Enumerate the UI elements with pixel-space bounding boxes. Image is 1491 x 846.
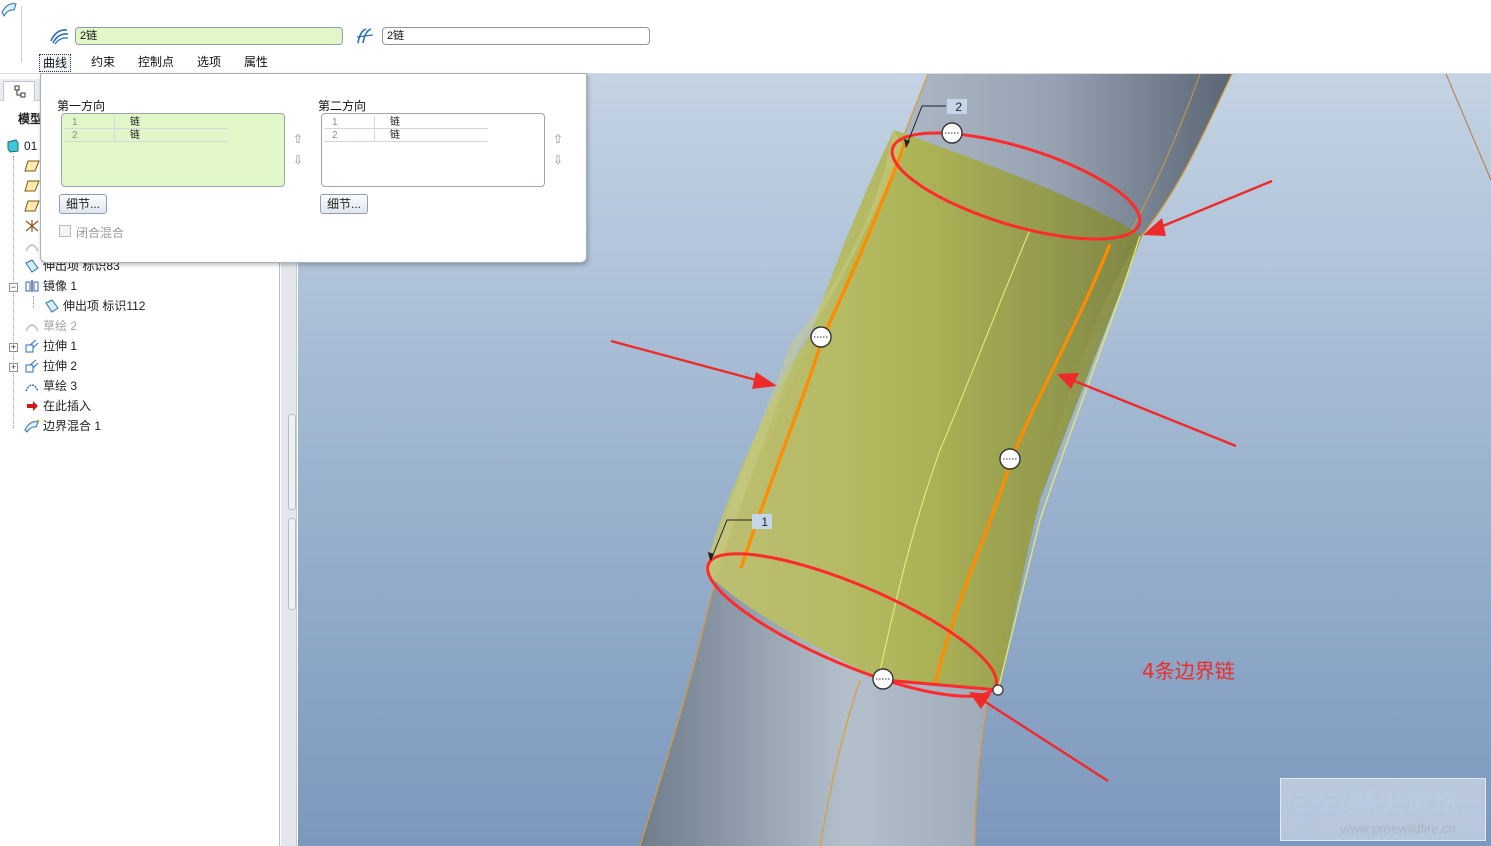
- second-direction-list[interactable]: 1 链 2 链: [321, 113, 545, 187]
- row-number: 1: [72, 117, 78, 128]
- watermark-title: 野火论坛: [1349, 789, 1462, 819]
- first-direction-details-button[interactable]: 细节...: [59, 194, 108, 214]
- datum-curve-line: [1445, 74, 1491, 181]
- tab-properties[interactable]: 属性: [244, 54, 268, 70]
- datum-plane-icon: [24, 160, 40, 172]
- tab-options[interactable]: 选项: [197, 54, 221, 70]
- forum-watermark: 野火论坛 www.proewildfire.cn: [1280, 778, 1486, 841]
- tab-curves[interactable]: 曲线: [39, 54, 72, 72]
- list-item[interactable]: 1 链: [324, 116, 488, 129]
- annotation-arrow-bottom: [983, 699, 1109, 783]
- row-value: 链: [390, 130, 400, 141]
- row-value: 链: [130, 130, 140, 141]
- watermark-logo: [1290, 795, 1340, 837]
- row-number: 1: [332, 117, 338, 128]
- mirror-icon: [25, 280, 39, 292]
- chain-label-2: 2: [955, 100, 962, 114]
- tree-item-boundary-blend[interactable]: 边界混合 1: [24, 417, 101, 435]
- tree-item-extrude-1[interactable]: 拉伸 1: [24, 337, 77, 355]
- model-tree-title: 模型: [18, 112, 43, 126]
- row-value: 链: [390, 117, 400, 128]
- datum-plane-icon: [24, 180, 40, 192]
- tree-item-protrusion-112[interactable]: 伸出项 标识112: [44, 297, 145, 315]
- csys-icon: [25, 220, 39, 232]
- protrusion-icon: [45, 299, 59, 313]
- move-up-arrow-icon[interactable]: ⇧: [551, 132, 565, 146]
- dashboard-separator: [21, 6, 22, 62]
- tree-item-label: 镜像 1: [43, 279, 78, 293]
- sketch-icon: [25, 324, 39, 332]
- expand-mirror-toggle[interactable]: −: [9, 283, 18, 292]
- list-item[interactable]: 1 链: [64, 116, 228, 129]
- list-item[interactable]: 2 链: [324, 129, 488, 142]
- second-direction-details-button[interactable]: 细节...: [320, 194, 369, 214]
- extrude-icon: [25, 339, 39, 353]
- tree-item-sketch-2[interactable]: 草绘 2: [24, 317, 77, 335]
- sketch-icon: [25, 244, 39, 252]
- tree-connector: [13, 156, 14, 428]
- chain-label-1: 1: [761, 515, 768, 529]
- sketch-icon: [25, 384, 39, 392]
- list-item[interactable]: 2 链: [64, 129, 228, 142]
- tree-item-part[interactable]: 01: [5, 137, 37, 155]
- second-direction-label: 第二方向: [318, 99, 367, 113]
- part-icon: [7, 139, 19, 153]
- tree-item-label: 拉伸 1: [43, 339, 78, 353]
- expand-extrude1-toggle[interactable]: +: [9, 343, 18, 352]
- extrude-icon: [25, 359, 39, 373]
- first-direction-icon[interactable]: [48, 27, 70, 45]
- tree-connector: [33, 296, 34, 308]
- tree-item-label: 拉伸 2: [43, 359, 78, 373]
- tree-item-extrude-2[interactable]: 拉伸 2: [24, 357, 77, 375]
- boundary-blend-app-icon: [1, 3, 17, 18]
- first-direction-list[interactable]: 1 链 2 链: [61, 113, 285, 187]
- tree-item-sketch-3[interactable]: 草绘 3: [24, 377, 77, 395]
- first-direction-collector[interactable]: 2链: [75, 27, 343, 45]
- second-direction-collector[interactable]: 2链: [382, 27, 650, 45]
- row-number: 2: [332, 130, 338, 141]
- move-down-arrow-icon[interactable]: ⇩: [291, 153, 305, 167]
- chain-endpoint-handle[interactable]: [992, 684, 1004, 696]
- expand-extrude2-toggle[interactable]: +: [9, 363, 18, 372]
- first-direction-label: 第一方向: [57, 99, 106, 113]
- column-divider: [374, 129, 375, 142]
- annotation-text: 4条边界链: [1142, 659, 1235, 683]
- closed-blend-label: 闭合混合: [76, 226, 125, 240]
- column-divider: [114, 116, 115, 129]
- boundary-blend-icon: [24, 419, 40, 433]
- row-value: 链: [130, 117, 140, 128]
- closed-blend-checkbox[interactable]: [59, 225, 71, 237]
- tree-item-label: 在此插入: [43, 399, 92, 413]
- tree-item-label: 01: [24, 139, 38, 153]
- annotation-arrow-right: [1071, 378, 1237, 448]
- tree-item-insert-here[interactable]: 在此插入: [24, 397, 91, 415]
- boundary-blend-dashboard: 2链 2链 曲线 约束 控制点 选项 属性: [0, 0, 1491, 74]
- column-divider: [114, 129, 115, 142]
- row-number: 2: [72, 130, 78, 141]
- tree-item-mirror[interactable]: 镜像 1: [24, 277, 77, 295]
- splitter-sash-lower[interactable]: [288, 518, 296, 610]
- watermark-url: www.proewildfire.cn: [1341, 821, 1456, 836]
- insert-here-icon: [27, 401, 38, 411]
- curves-slideup-panel: 第一方向 1 链 2 链 ⇧ ⇩ 细节... 第二方向 1 链 2 链 ⇧ ⇩ …: [40, 73, 587, 263]
- tree-item-label: 边界混合 1: [43, 419, 102, 433]
- second-direction-icon[interactable]: [354, 27, 376, 45]
- tree-item-label: 伸出项 标识112: [63, 299, 146, 313]
- tree-item-label: 草绘 3: [43, 379, 78, 393]
- column-divider: [374, 116, 375, 129]
- arrowhead: [752, 372, 777, 389]
- tab-control-points[interactable]: 控制点: [138, 54, 174, 70]
- tree-item-label: 草绘 2: [43, 319, 78, 333]
- move-down-arrow-icon[interactable]: ⇩: [551, 153, 565, 167]
- splitter-sash-upper[interactable]: [288, 414, 296, 510]
- model-tree-icon: [14, 85, 26, 98]
- annotation-arrow-left: [610, 339, 761, 383]
- tab-constraints[interactable]: 约束: [91, 54, 115, 70]
- model-tree-tab[interactable]: [3, 81, 35, 101]
- protrusion-icon: [25, 259, 39, 273]
- move-up-arrow-icon[interactable]: ⇧: [291, 132, 305, 146]
- datum-plane-icon: [24, 200, 40, 212]
